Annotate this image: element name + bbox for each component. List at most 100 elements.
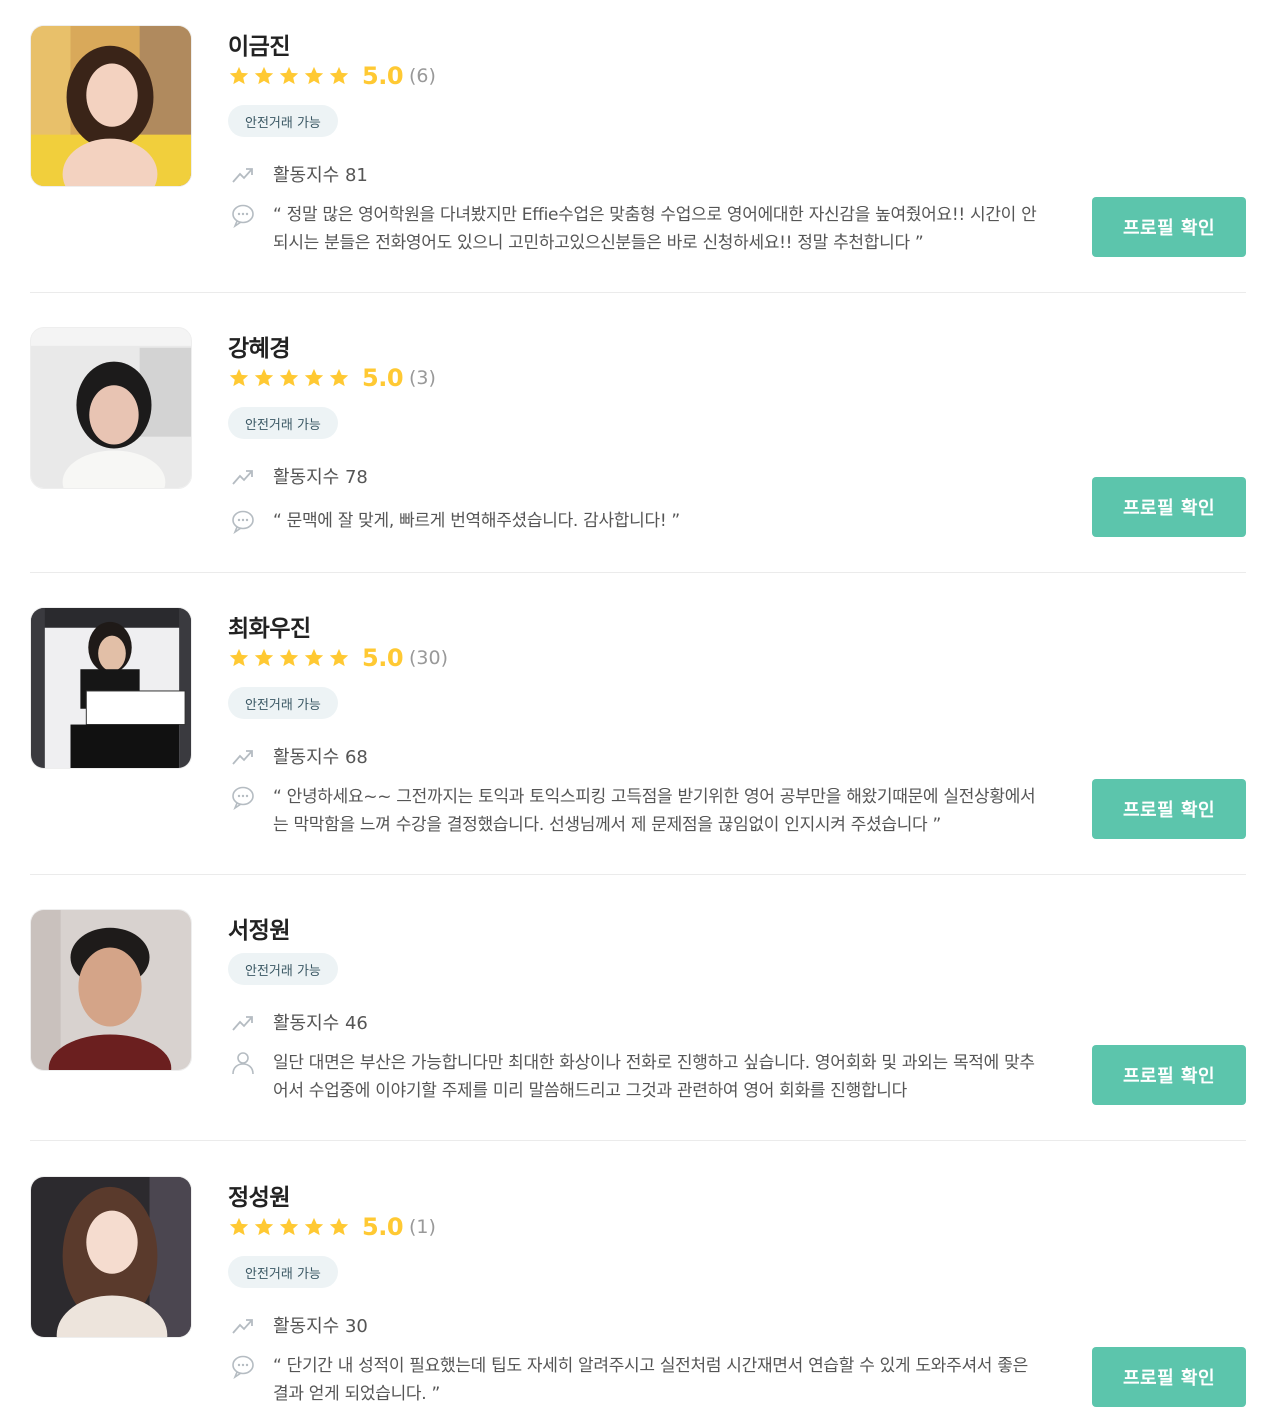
avatar-photo-3 — [31, 608, 191, 768]
rating: 5.0 (1) — [228, 1212, 436, 1242]
divider — [30, 874, 1246, 875]
star-icon — [304, 648, 324, 667]
review-count: (6) — [409, 65, 436, 87]
star-icon — [279, 1217, 299, 1236]
star-icon — [229, 368, 249, 387]
rating-score: 5.0 — [362, 62, 404, 90]
star-icon — [329, 648, 349, 667]
star-icon — [279, 66, 299, 85]
chat-icon — [232, 204, 254, 228]
chat-icon — [232, 786, 254, 810]
safe-trade-badge: 안전거래 가능 — [228, 407, 338, 439]
review-text: “ 단기간 내 성적이 필요했는데 팁도 자세히 알려주시고 실전처럼 시간재면… — [273, 1356, 1028, 1404]
chat-icon — [232, 1355, 254, 1379]
activity-index: 활동지수 81 — [230, 161, 368, 187]
rating: 5.0 (6) — [228, 61, 436, 91]
rating-score: 5.0 — [362, 1213, 404, 1241]
avatar[interactable] — [30, 1176, 192, 1338]
review-snippet: “ 안녕하세요~~ 그전까지는 토익과 토익스피킹 고득점을 받기위한 영어 공… — [230, 783, 1038, 839]
profile-card: 강혜경 5.0 (3) 안전거래 가능 활동지수 78 “ 문맥에 잘 맞게, … — [30, 327, 1246, 547]
activity-index: 활동지수 68 — [230, 743, 368, 769]
review-count: (1) — [409, 1216, 436, 1238]
avatar-photo-2 — [31, 328, 191, 488]
rating-score: 5.0 — [362, 644, 404, 672]
profile-card: 정성원 5.0 (1) 안전거래 가능 활동지수 30 “ 단기간 내 성적이 … — [30, 1176, 1246, 1416]
profile-card: 최화우진 5.0 (30) 안전거래 가능 활동지수 68 “ 안녕하세요~~ … — [30, 607, 1246, 847]
activity-index-text: 활동지수 30 — [273, 1316, 368, 1337]
profile-name[interactable]: 강혜경 — [228, 329, 290, 363]
activity-index-text: 활동지수 68 — [273, 747, 368, 768]
star-rating — [228, 1216, 350, 1238]
star-icon — [229, 648, 249, 667]
activity-index-text: 활동지수 81 — [273, 165, 368, 186]
star-icon — [279, 368, 299, 387]
avatar[interactable] — [30, 25, 192, 187]
profile-name[interactable]: 이금진 — [228, 27, 290, 61]
activity-index: 활동지수 78 — [230, 463, 368, 489]
review-count: (3) — [409, 367, 436, 389]
review-snippet: “ 문맥에 잘 맞게, 빠르게 번역해주셨습니다. 감사합니다! ” — [230, 507, 1038, 535]
star-icon — [254, 1217, 274, 1236]
star-rating — [228, 367, 350, 389]
trending-up-icon — [232, 168, 253, 183]
divider — [30, 292, 1246, 293]
star-icon — [229, 1217, 249, 1236]
person-icon — [232, 1052, 254, 1075]
profile-view-button[interactable]: 프로필 확인 — [1092, 779, 1246, 839]
profile-card: 서정원 안전거래 가능 활동지수 46 일단 대면은 부산은 가능합니다만 최대… — [30, 909, 1246, 1119]
intro-text: 일단 대면은 부산은 가능합니다만 최대한 화상이나 전화로 진행하고 싶습니다… — [273, 1053, 1035, 1101]
avatar-photo-4 — [31, 910, 191, 1070]
star-icon — [279, 648, 299, 667]
trending-up-icon — [232, 1016, 253, 1031]
divider — [30, 1140, 1246, 1141]
review-text: “ 문맥에 잘 맞게, 빠르게 번역해주셨습니다. 감사합니다! ” — [273, 511, 680, 531]
trending-up-icon — [232, 750, 253, 765]
star-icon — [254, 368, 274, 387]
activity-index-text: 활동지수 78 — [273, 467, 368, 488]
review-text: “ 정말 많은 영어학원을 다녀봤지만 Effie수업은 맞춤형 수업으로 영어… — [273, 205, 1037, 253]
trending-up-icon — [232, 470, 253, 485]
activity-index: 활동지수 46 — [230, 1009, 368, 1035]
activity-index: 활동지수 30 — [230, 1312, 368, 1338]
star-icon — [304, 1217, 324, 1236]
star-icon — [329, 1217, 349, 1236]
star-icon — [329, 368, 349, 387]
review-snippet: “ 단기간 내 성적이 필요했는데 팁도 자세히 알려주시고 실전처럼 시간재면… — [230, 1352, 1038, 1408]
star-rating — [228, 65, 350, 87]
rating-score: 5.0 — [362, 364, 404, 392]
review-count: (30) — [409, 647, 449, 669]
safe-trade-badge: 안전거래 가능 — [228, 1256, 338, 1288]
chat-icon — [232, 510, 254, 534]
safe-trade-badge: 안전거래 가능 — [228, 687, 338, 719]
profile-card: 이금진 5.0 (6) 안전거래 가능 활동지수 81 “ 정말 많은 영어학원… — [30, 25, 1246, 265]
profile-name[interactable]: 최화우진 — [228, 609, 311, 643]
profile-name[interactable]: 정성원 — [228, 1178, 290, 1212]
avatar[interactable] — [30, 909, 192, 1071]
avatar-photo-1 — [31, 26, 191, 186]
divider — [30, 572, 1246, 573]
avatar[interactable] — [30, 327, 192, 489]
rating: 5.0 (3) — [228, 363, 436, 393]
profile-name[interactable]: 서정원 — [228, 911, 290, 945]
star-icon — [304, 66, 324, 85]
profile-view-button[interactable]: 프로필 확인 — [1092, 1347, 1246, 1407]
review-text: “ 안녕하세요~~ 그전까지는 토익과 토익스피킹 고득점을 받기위한 영어 공… — [273, 787, 1036, 835]
star-rating — [228, 647, 350, 669]
rating: 5.0 (30) — [228, 643, 448, 673]
profile-view-button[interactable]: 프로필 확인 — [1092, 477, 1246, 537]
activity-index-text: 활동지수 46 — [273, 1013, 368, 1034]
review-snippet: “ 정말 많은 영어학원을 다녀봤지만 Effie수업은 맞춤형 수업으로 영어… — [230, 201, 1038, 257]
trending-up-icon — [232, 1319, 253, 1334]
star-icon — [329, 66, 349, 85]
safe-trade-badge: 안전거래 가능 — [228, 953, 338, 985]
profile-view-button[interactable]: 프로필 확인 — [1092, 197, 1246, 257]
profile-view-button[interactable]: 프로필 확인 — [1092, 1045, 1246, 1105]
avatar-photo-5 — [31, 1177, 191, 1337]
intro-snippet: 일단 대면은 부산은 가능합니다만 최대한 화상이나 전화로 진행하고 싶습니다… — [230, 1049, 1038, 1105]
safe-trade-badge: 안전거래 가능 — [228, 105, 338, 137]
star-icon — [254, 66, 274, 85]
star-icon — [304, 368, 324, 387]
star-icon — [254, 648, 274, 667]
avatar[interactable] — [30, 607, 192, 769]
star-icon — [229, 66, 249, 85]
